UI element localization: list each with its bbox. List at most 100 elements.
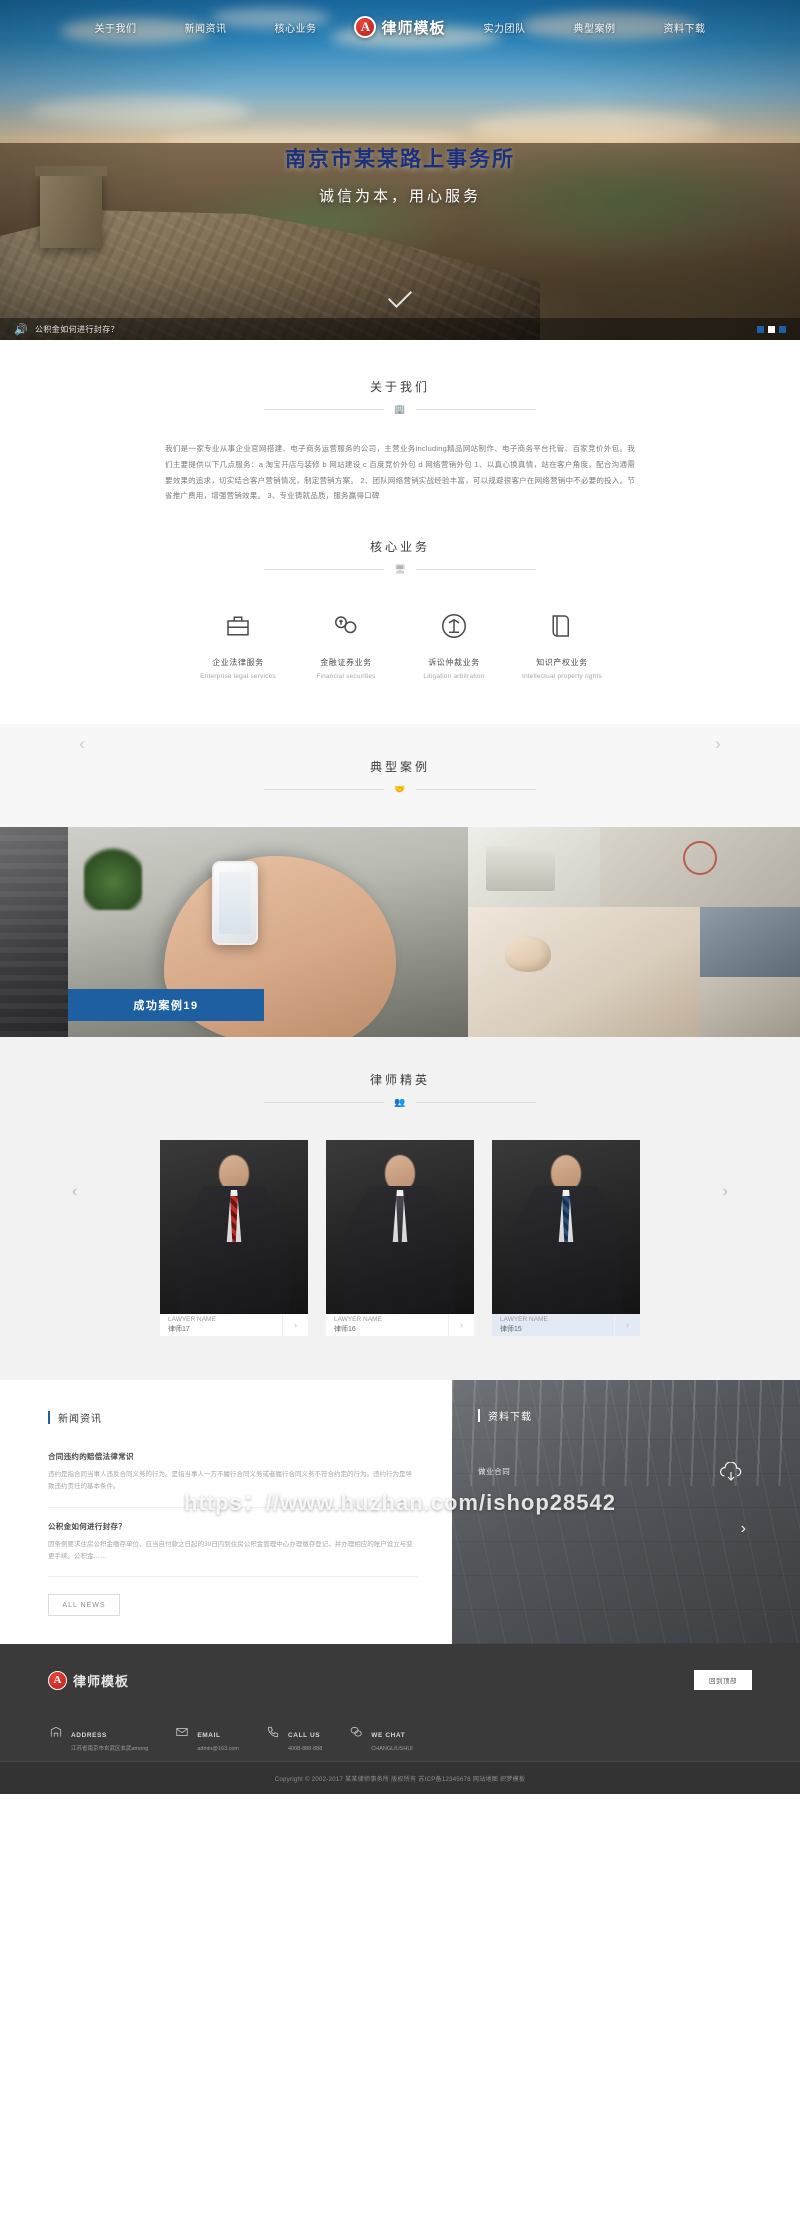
core-item-label-cn: 金融证券业务 [320,658,372,667]
all-news-button[interactable]: ALL NEWS [48,1594,120,1617]
deco-line-left [264,569,385,570]
lawyers-prev-arrow[interactable]: ‹ [72,1183,77,1201]
phone-graphic [212,860,258,945]
chevron-right-icon[interactable]: › [282,1314,308,1336]
contact-label: CALL US [288,1732,321,1739]
coins-icon [329,609,363,643]
site-footer: A 律师模板 回到顶部 ADDRESS 江苏省南京市玄武区玄武among EMA… [0,1644,800,1794]
case-tile[interactable] [0,827,68,1037]
download-next-icon[interactable]: › [741,1520,746,1538]
building-icon: 🏢 [394,404,406,414]
lawyer-name-cn: 律师17 [168,1325,190,1333]
lawyer-card-active[interactable]: LAWYER NAME 律师15 › [492,1140,640,1336]
lawyers-next-arrow[interactable]: › [723,1183,728,1201]
site-logo[interactable]: A 律师模板 [340,16,459,38]
core-item-ip[interactable]: 知识产权业务 Intellectual property rights [508,609,616,680]
lawyer-meta: LAWYER NAME 律师15 › [492,1314,640,1336]
case-label[interactable]: 成功案例19 [68,989,264,1021]
contact-value: 江苏省南京市玄武区玄武among [71,1746,149,1752]
lawyer-name-en: LAWYER NAME [500,1315,548,1323]
lawyer-name-cn: 律师16 [334,1325,356,1333]
nav-item-about[interactable]: 关于我们 [70,20,160,35]
lawyer-name-en: LAWYER NAME [334,1315,382,1323]
email-icon [174,1724,190,1740]
case-tile[interactable] [700,977,800,1037]
slider-dot[interactable] [757,325,764,333]
people-icon: 👥 [394,1097,406,1107]
deco-line-left [264,1102,385,1103]
news-item-title: 合同违约的赔偿法律常识 [48,1452,134,1461]
chevron-right-icon[interactable]: › [614,1314,640,1336]
cloud-download-icon[interactable] [718,1461,744,1489]
nav-item-news[interactable]: 新闻资讯 [160,20,250,35]
cases-mosaic-grid: 成功案例19 [0,827,800,1037]
footer-contact-email: EMAIL admin@163.com [174,1724,265,1754]
core-item-label-en: Intellectual property rights [521,673,603,680]
footer-contact-row: ADDRESS 江苏省南京市玄武区玄武among EMAIL admin@163… [48,1724,752,1754]
cases-heading: 典型案例 [369,760,430,774]
lawyer-name-block: LAWYER NAME 律师15 [492,1315,614,1335]
core-item-litigation[interactable]: 诉讼仲裁业务 Litigation arbitration [400,609,508,680]
lawyer-photo [492,1140,640,1314]
chevron-right-icon[interactable]: › [448,1314,474,1336]
case-tile[interactable] [468,907,700,1037]
contact-label: EMAIL [197,1732,221,1739]
cases-heading-block: 典型案例 🤝 [0,758,800,795]
seal-icon [683,841,717,876]
core-item-label-cn: 诉讼仲裁业务 [428,658,480,667]
news-item-desc: 因条例要求住房公积金缴存单位，应当自付款之日起的30日内到住房公积金管理中心办理… [48,1540,413,1561]
lawyer-name-cn: 律师15 [500,1325,522,1333]
lawyer-photo [326,1140,474,1314]
news-item[interactable]: 公积金如何进行封存？ 因条例要求住房公积金缴存单位，应当自付款之日起的30日内到… [48,1521,418,1578]
back-to-top-button[interactable]: 回到顶部 [694,1670,752,1690]
lawyer-name-en: LAWYER NAME [168,1315,216,1323]
wechat-icon [348,1724,364,1740]
lawyer-name-block: LAWYER NAME 律师16 [326,1315,448,1335]
case-tile[interactable] [468,827,600,907]
footer-logo[interactable]: A 律师模板 [48,1670,130,1690]
lawyer-photo [160,1140,308,1314]
core-next-arrow[interactable]: › [710,735,726,752]
news-heading: 新闻资讯 [58,1414,102,1425]
monitor-icon: 🖥 [394,564,406,574]
nav-item-cases[interactable]: 典型案例 [550,20,640,35]
slider-dot-active[interactable] [768,325,775,333]
core-business-section: 核心业务 🖥 ‹ › 企业法律服务 Enterprise legal servi… [0,504,800,752]
case-tile[interactable] [700,907,800,977]
core-item-label-cn: 知识产权业务 [536,658,588,667]
core-item-enterprise[interactable]: 企业法律服务 Enterprise legal services [184,609,292,680]
contact-value: CHANGLIUSHUI [371,1746,413,1752]
nav-item-core[interactable]: 核心业务 [250,20,340,35]
lawyers-heading: 律师精英 [369,1073,430,1087]
lawyer-card[interactable]: LAWYER NAME 律师16 › [326,1140,474,1336]
heading-decoration: 🤝 [0,784,800,795]
hero-ticker: 🔊 公积金如何进行封存？ [0,318,800,340]
footer-contact-address: ADDRESS 江苏省南京市玄武区玄武among [48,1724,174,1754]
contact-label: WE CHAT [371,1732,406,1739]
logo-text: 律师模板 [381,20,446,37]
core-prev-arrow[interactable]: ‹ [74,735,90,752]
lawyer-card[interactable]: LAWYER NAME 律师17 › [160,1140,308,1336]
ticker-text[interactable]: 公积金如何进行封存？ [35,324,119,335]
lawyer-meta: LAWYER NAME 律师17 › [160,1314,308,1336]
hero-subtitle: 诚信为本，用心服务 [318,188,481,205]
nav-item-download[interactable]: 资料下载 [640,20,730,35]
deco-line-right [415,569,536,570]
news-item-desc: 违约是指合同当事人违反合同义务的行为。是指当事人一方不履行合同义务或者履行合同义… [48,1471,412,1491]
core-item-financial[interactable]: 金融证券业务 Financial securities [292,609,400,680]
lawyer-name-block: LAWYER NAME 律师17 [160,1315,282,1335]
hero-banner: 关于我们 新闻资讯 核心业务 A 律师模板 实力团队 典型案例 资料下载 南京市… [0,0,800,340]
slider-dot[interactable] [779,325,786,333]
portrait-head [219,1155,249,1191]
core-heading: 核心业务 [369,540,430,554]
deco-line-right [415,1102,536,1103]
case-tile[interactable] [600,827,800,907]
piggy-bank-graphic [505,935,552,972]
download-section: 资料下载 做业合同 › [452,1380,800,1644]
news-item[interactable]: 合同违约的赔偿法律常识 违约是指合同当事人违反合同义务的行为。是指当事人一方不履… [48,1451,418,1508]
nav-item-team[interactable]: 实力团队 [460,20,550,35]
download-heading: 资料下载 [488,1412,532,1423]
footer-logo-text: 律师模板 [73,1673,130,1689]
contact-value: 4008-888-888 [288,1746,323,1752]
core-item-label-en: Enterprise legal services [200,673,276,680]
